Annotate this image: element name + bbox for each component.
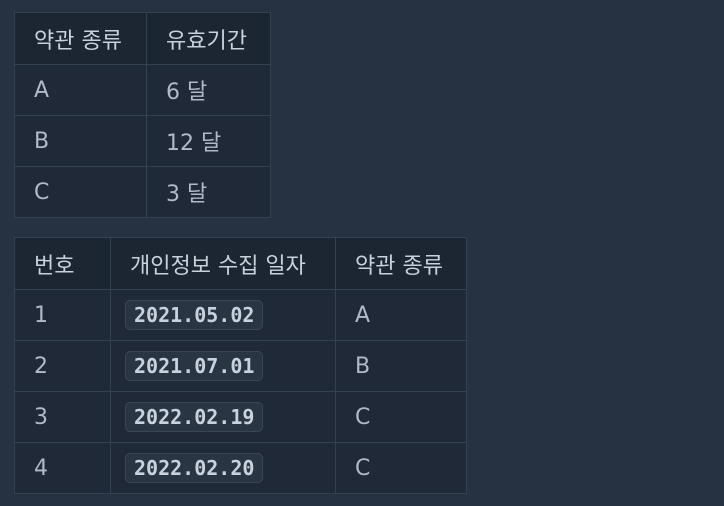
table-row: B 12 달 <box>14 115 271 167</box>
cell-terms-type: C <box>14 166 147 218</box>
cell-terms-type: C <box>335 442 467 494</box>
table-header-row: 번호 개인정보 수집 일자 약관 종류 <box>14 237 467 290</box>
table-row: 1 2021.05.02 A <box>14 289 467 341</box>
cell-terms-type: A <box>14 64 147 116</box>
table-row: C 3 달 <box>14 166 271 218</box>
table-header-row: 약관 종류 유효기간 <box>14 12 271 65</box>
cell-terms-type: A <box>335 289 467 341</box>
date-code: 2022.02.20 <box>125 453 264 483</box>
date-code: 2021.05.02 <box>125 300 264 330</box>
privacy-collection-table: 번호 개인정보 수집 일자 약관 종류 1 2021.05.02 A 2 202… <box>14 237 467 494</box>
cell-collection-date: 2021.05.02 <box>110 289 336 341</box>
cell-collection-date: 2022.02.19 <box>110 391 336 443</box>
header-collection-date: 개인정보 수집 일자 <box>110 237 336 290</box>
cell-number: 1 <box>14 289 111 341</box>
table-row: 3 2022.02.19 C <box>14 391 467 443</box>
header-validity-period: 유효기간 <box>146 12 271 65</box>
cell-terms-type: B <box>14 115 147 167</box>
date-code: 2022.02.19 <box>125 402 264 432</box>
cell-collection-date: 2021.07.01 <box>110 340 336 392</box>
terms-validity-table: 약관 종류 유효기간 A 6 달 B 12 달 C 3 달 <box>14 12 271 218</box>
table-row: 2 2021.07.01 B <box>14 340 467 392</box>
cell-validity-period: 6 달 <box>146 64 271 116</box>
header-terms-type: 약관 종류 <box>14 12 147 65</box>
cell-collection-date: 2022.02.20 <box>110 442 336 494</box>
table-row: 4 2022.02.20 C <box>14 442 467 494</box>
cell-number: 4 <box>14 442 111 494</box>
cell-validity-period: 12 달 <box>146 115 271 167</box>
cell-terms-type: B <box>335 340 467 392</box>
cell-validity-period: 3 달 <box>146 166 271 218</box>
header-terms-type: 약관 종류 <box>335 237 467 290</box>
table-row: A 6 달 <box>14 64 271 116</box>
cell-terms-type: C <box>335 391 467 443</box>
cell-number: 2 <box>14 340 111 392</box>
header-number: 번호 <box>14 237 111 290</box>
date-code: 2021.07.01 <box>125 351 264 381</box>
document-body: 약관 종류 유효기간 A 6 달 B 12 달 C 3 달 번호 개인정보 수집… <box>0 0 724 506</box>
cell-number: 3 <box>14 391 111 443</box>
